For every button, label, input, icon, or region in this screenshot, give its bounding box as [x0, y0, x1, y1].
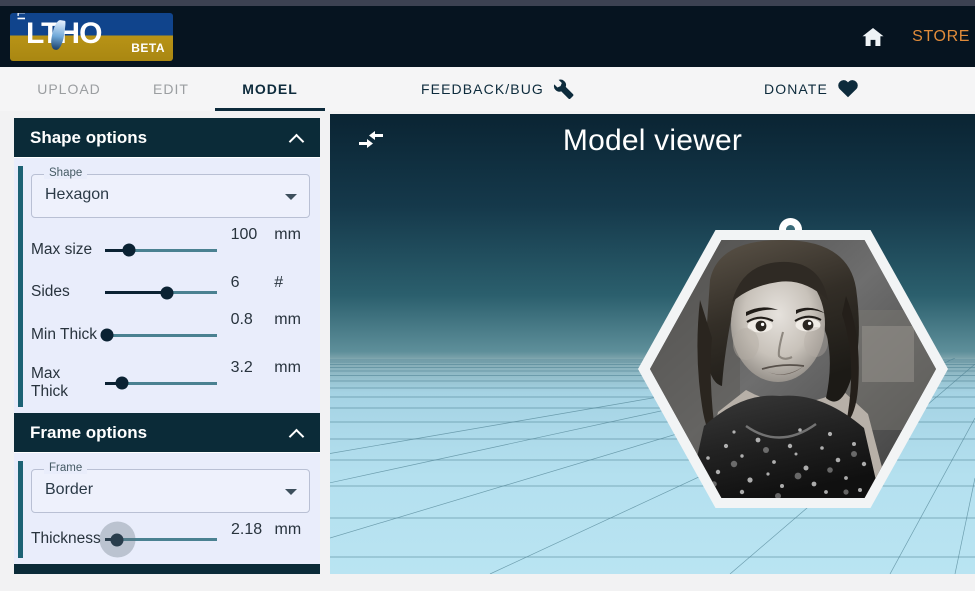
panel-title-shape-options: Shape options	[30, 127, 148, 147]
donate-label: DONATE	[764, 81, 828, 97]
panel-body-shape-options: Shape Hexagon Max size 100 mm Sides 6 # …	[14, 158, 320, 413]
lithophane-model[interactable]	[638, 218, 948, 508]
frame-select-legend: Frame	[44, 462, 88, 474]
collapse-arrows-icon[interactable]	[358, 130, 384, 157]
chevron-up-icon-frame-options[interactable]	[290, 426, 304, 440]
tab-bar: UPLOAD EDIT MODEL FEEDBACK/BUG DONATE	[0, 67, 975, 111]
app-logo[interactable]: ITS LTHO BETA	[10, 13, 173, 61]
chevron-down-icon-frame-select[interactable]	[285, 489, 297, 495]
slider-thumb-max-thick[interactable]	[115, 376, 129, 390]
donate-link[interactable]: DONATE	[764, 67, 859, 111]
slider-thumb-min-thick[interactable]	[100, 328, 114, 342]
tab-edit[interactable]: EDIT	[134, 67, 208, 111]
slider-label-min-thick: Min Thick	[31, 325, 98, 343]
shape-select-value: Hexagon	[45, 186, 110, 203]
slider-value-thickness: 2.18	[231, 521, 263, 538]
slider-track-sides[interactable]	[104, 286, 217, 299]
row-accent-bar	[18, 461, 23, 521]
slider-control-thickness[interactable]	[99, 521, 217, 558]
shape-select-legend: Shape	[44, 167, 88, 179]
tab-model[interactable]: MODEL	[215, 67, 325, 111]
slider-track-min-thick[interactable]	[100, 328, 217, 342]
slider-thumb-sides[interactable]	[160, 286, 174, 299]
top-header-bar: ITS LTHO BETA STORE	[0, 6, 975, 67]
panel-header-shape-options[interactable]: Shape options	[14, 118, 320, 158]
frame-select-row: Frame Border	[14, 461, 320, 521]
chevron-up-icon-shape-options[interactable]	[290, 131, 304, 145]
slider-label-max-thick: Max Thick	[31, 364, 69, 400]
options-sidebar[interactable]: Shape options Shape Hexagon Max size 100…	[14, 118, 320, 574]
row-accent-bar	[18, 166, 23, 226]
slider-track-thickness[interactable]	[105, 533, 217, 546]
slider-control-max-thick[interactable]	[99, 359, 217, 407]
slider-unit-max-thick: mm	[274, 359, 301, 376]
logo-beta-badge: BETA	[131, 41, 165, 55]
slider-value-max-size: 100	[230, 226, 258, 243]
slider-row-max-thick: Max Thick 3.2 mm	[14, 359, 320, 407]
slider-track-max-size[interactable]	[104, 243, 217, 257]
slider-control-max-size[interactable]	[99, 226, 217, 274]
slider-thumb-thickness[interactable]	[110, 533, 124, 546]
frame-select-value: Border	[45, 481, 94, 498]
slider-label-sides: Sides	[31, 283, 70, 301]
store-link[interactable]: STORE	[912, 28, 970, 46]
slider-row-max-size: Max size 100 mm	[14, 226, 320, 274]
wrench-icon	[553, 77, 575, 102]
feedback-bug-label: FEEDBACK/BUG	[421, 81, 544, 97]
slider-thumb-max-size[interactable]	[122, 243, 136, 257]
slider-label-thickness: Thickness	[31, 530, 101, 548]
panel-header-frame-options[interactable]: Frame options	[14, 413, 320, 453]
slider-value-max-thick: 3.2	[230, 359, 253, 376]
slider-unit-min-thick: mm	[274, 311, 301, 328]
slider-value-min-thick: 0.8	[230, 311, 253, 328]
feedback-bug-link[interactable]: FEEDBACK/BUG	[421, 67, 575, 111]
panel-title-frame-options: Frame options	[30, 422, 148, 442]
slider-label-max-size: Max size	[31, 240, 93, 258]
slider-row-thickness: Thickness 2.18 mm	[14, 521, 320, 558]
slider-control-sides[interactable]	[99, 274, 217, 311]
slider-row-min-thick: Min Thick 0.8 mm	[14, 311, 320, 359]
panel-body-frame-options: Frame Border Thickness 2.18 mm	[14, 453, 320, 564]
logo-letter-l: L	[26, 17, 42, 50]
slider-unit-max-size: mm	[274, 226, 301, 243]
shape-select[interactable]: Shape Hexagon	[31, 167, 310, 218]
chevron-down-icon-shape-select[interactable]	[285, 194, 297, 200]
shape-select-row: Shape Hexagon	[14, 166, 320, 226]
slider-control-min-thick[interactable]	[99, 311, 217, 359]
slider-row-sides: Sides 6 #	[14, 274, 320, 311]
logo-letters-tho: THO	[41, 17, 102, 50]
panel-quality-options: Quality options	[14, 564, 320, 574]
heart-icon	[837, 78, 859, 101]
slider-unit-thickness: mm	[274, 521, 302, 538]
panel-title-quality-options: Quality options	[30, 574, 154, 575]
slider-unit-sides: #	[274, 274, 284, 291]
panel-shape-options: Shape options Shape Hexagon Max size 100…	[14, 118, 320, 413]
home-icon[interactable]	[860, 25, 886, 49]
frame-select[interactable]: Frame Border	[31, 462, 310, 513]
tab-upload[interactable]: UPLOAD	[14, 67, 124, 111]
slider-fill-sides	[104, 291, 168, 294]
panel-frame-options: Frame options Frame Border Thickness 2.1…	[14, 413, 320, 564]
top-header-actions: STORE	[860, 6, 975, 67]
panel-header-quality-options[interactable]: Quality options	[14, 564, 320, 574]
model-viewer[interactable]: Model viewer	[330, 114, 975, 574]
slider-value-sides: 6	[230, 274, 240, 291]
slider-track-max-thick[interactable]	[104, 376, 217, 390]
